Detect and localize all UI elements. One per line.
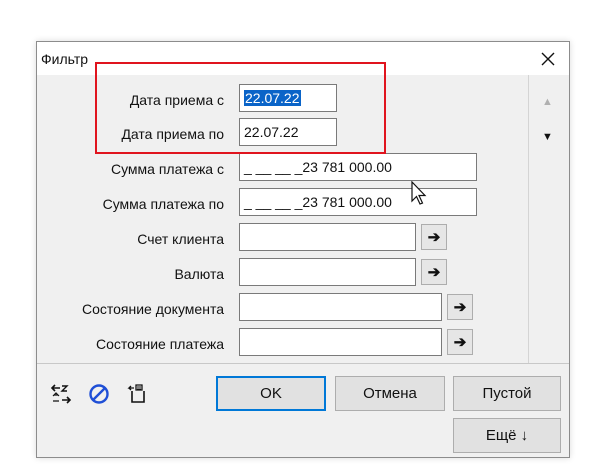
document-state-picker-button[interactable]: ➔: [447, 294, 473, 320]
clipboard-icon-graphic: [127, 384, 145, 403]
scroll-down-icon[interactable]: ▼: [542, 131, 553, 143]
close-icon: [541, 52, 555, 65]
document-state-input[interactable]: [239, 293, 442, 321]
payment-state-picker-button[interactable]: ➔: [447, 329, 473, 355]
form-scrollbar[interactable]: ▲ ▼: [528, 75, 569, 363]
client-account-input[interactable]: [239, 223, 416, 251]
dialog-title: Фильтр: [41, 51, 89, 67]
mouse-cursor-icon: [411, 181, 427, 205]
ok-button[interactable]: OK: [216, 376, 326, 411]
document-state-label: Состояние документа: [81, 301, 224, 317]
currency-label: Валюта: [174, 266, 224, 282]
close-button[interactable]: [527, 42, 569, 75]
amount-to-label: Сумма платежа по: [102, 196, 224, 212]
more-button[interactable]: Ещё ↓: [453, 418, 561, 453]
cancel-button[interactable]: Отмена: [335, 376, 445, 411]
cancel-circle-icon[interactable]: [87, 382, 111, 406]
clear-button[interactable]: Пустой: [453, 376, 561, 411]
currency-input[interactable]: [239, 258, 416, 286]
amount-from-input[interactable]: _ __ __ _23 781 000.00: [239, 153, 477, 181]
payment-state-input[interactable]: [239, 328, 442, 356]
swap-icon[interactable]: [49, 382, 73, 406]
arrow-right-icon: ➔: [453, 299, 467, 316]
arrow-right-icon: ➔: [453, 334, 467, 351]
arrow-right-icon: ➔: [427, 264, 441, 281]
client-account-picker-button[interactable]: ➔: [421, 224, 447, 250]
client-account-label: Счет клиента: [137, 231, 224, 247]
dialog-footer: OK Отмена Пустой Ещё ↓: [37, 364, 569, 457]
swap-icon-graphic: [50, 384, 72, 404]
arrow-right-icon: ➔: [427, 229, 441, 246]
no-entry-icon-graphic: [89, 384, 109, 404]
highlight-box: [95, 62, 386, 154]
amount-from-label: Сумма платежа с: [110, 161, 224, 177]
clipboard-icon[interactable]: [125, 382, 149, 406]
payment-state-label: Состояние платежа: [95, 336, 224, 352]
scroll-up-icon[interactable]: ▲: [542, 96, 553, 108]
currency-picker-button[interactable]: ➔: [421, 259, 447, 285]
amount-to-input[interactable]: _ __ __ _23 781 000.00: [239, 188, 477, 216]
